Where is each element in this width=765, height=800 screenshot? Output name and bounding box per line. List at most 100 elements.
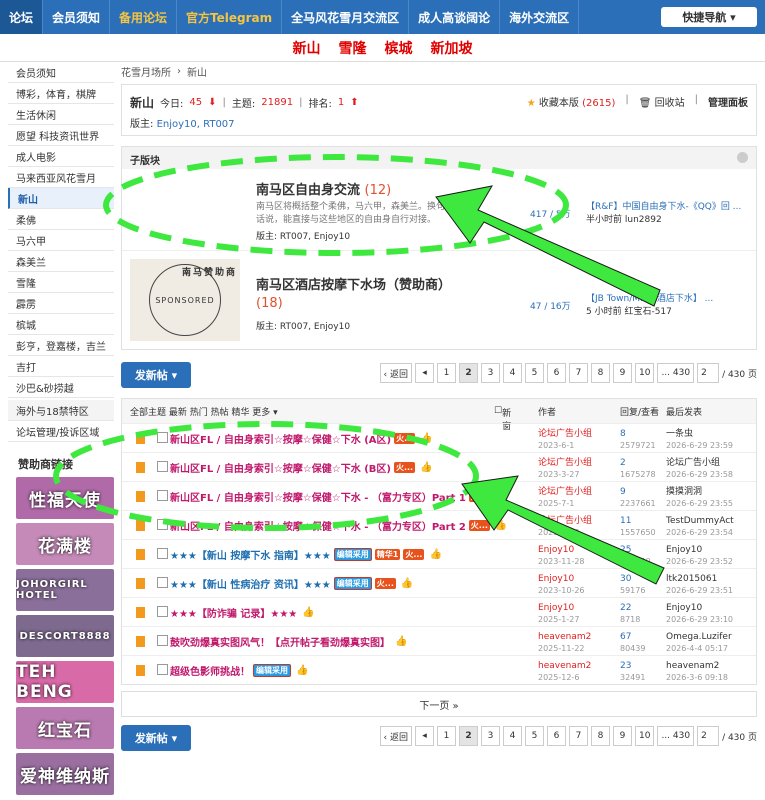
thread-row[interactable]: ★★★【新山 性病治疗 资讯】★★★ 编辑采用 火... 👍 Enjoy10 202… [122,568,756,597]
thread-author-name[interactable]: heavenam2 [538,660,591,672]
thread-title[interactable]: 新山区FL / 自由身索引☆按摩☆保健☆下水 - （富力专区）Part 2 [170,518,466,533]
page-link[interactable]: 8 [590,726,610,746]
subboard-last-title[interactable]: 【JB Town/M...in酒店下水】 ... [586,291,713,304]
recycle-button[interactable]: 🗑 回收站 [639,94,685,109]
new-post-button[interactable]: 发新帖 ▾ [121,725,191,751]
topnav-item[interactable]: 论坛 [0,0,44,34]
sidebar-item[interactable]: 柔佛 [8,209,114,230]
subboard-name[interactable]: 南马区自由身交流 (12) [256,179,391,198]
manage-button[interactable]: 管理面板 [708,94,748,109]
topnav-item[interactable]: 备用论坛 [110,0,178,34]
thread-row[interactable]: 新山区FL / 自由身索引☆按摩☆保健☆下水 (B区) 火... 👍 论坛广告小组… [122,452,756,481]
page-link[interactable]: 6 [546,363,566,383]
sidebar-item[interactable]: 会员须知 [8,62,114,83]
page-link[interactable]: 3 [480,363,500,383]
thread-row[interactable]: ★★★【新山 按摩下水 指南】★★★ 编辑采用 精华1 火... 👍 Enjoy10 … [122,539,756,568]
sidebar-item[interactable]: 马来西亚风花雪月 [8,167,114,188]
thread-checkbox[interactable] [157,548,168,559]
thread-checkbox[interactable] [157,635,168,646]
sidebar-item[interactable]: 成人电影 [8,146,114,167]
page-link[interactable]: 7 [568,726,588,746]
topnav-item[interactable]: 全马风花雪月交流区 [282,0,410,34]
thread-last-user[interactable]: TestDummyAct [666,515,734,527]
thread-author-name[interactable]: 论坛广告小组 [538,428,592,440]
subboard-last-title[interactable]: 【R&F】中国自由身下水-《QQ》回 ... [586,199,741,212]
page-link[interactable]: 2 [458,363,478,383]
page-link[interactable]: 6 [546,726,566,746]
thread-row[interactable]: 新山区FL / 自由身索引☆按摩☆保健☆下水 - （富力专区）Part 2 火..… [122,510,756,539]
thread-checkbox[interactable] [157,664,168,675]
sidebar-item[interactable]: 森美兰 [8,251,114,272]
topnav-item[interactable]: 官方Telegram [177,0,283,34]
page-link[interactable]: 7 [568,363,588,383]
topnav-item[interactable]: 会员须知 [43,0,111,34]
quick-nav-button[interactable]: 快捷导航 ▾ [661,7,757,27]
sidebar-item[interactable]: 槟城 [8,314,114,335]
thread-author-name[interactable]: heavenam2 [538,631,591,643]
sidebar-item[interactable]: 愿望 科技资讯世界 [8,125,114,146]
page-link[interactable]: 10 [634,726,655,746]
city-link[interactable]: 新山 [293,38,321,58]
sponsor-banner[interactable]: 爱神维纳斯 [16,753,114,795]
page-link[interactable]: 4 [502,726,522,746]
thread-last-user[interactable]: Enjoy10 [666,602,733,614]
page-link[interactable]: ◂ [414,363,434,383]
page-input[interactable]: 2 [697,363,720,383]
thread-author-name[interactable]: 论坛广告小组 [538,515,592,527]
city-link[interactable]: 雪隆 [339,38,367,58]
thread-checkbox[interactable] [157,606,168,617]
thread-last-user[interactable]: Omega.Luzifer [666,631,732,643]
thread-title[interactable]: 新山区FL / 自由身索引☆按摩☆保健☆下水 (B区) [170,460,391,475]
thread-last-user[interactable]: 论坛广告小组 [666,457,733,469]
thread-last-user[interactable]: 摸摸洞洞 [666,486,733,498]
sidebar-item[interactable]: 吉打 [8,356,114,377]
sponsor-banner[interactable]: 花满楼 [16,523,114,565]
sidebar-item[interactable]: 海外与18禁特区 [8,400,114,421]
subboard-name-text[interactable]: 南马区酒店按摩下水场（赞助商） [256,278,451,293]
city-link[interactable]: 槟城 [385,38,413,58]
thread-checkbox[interactable] [157,461,168,472]
sidebar-item[interactable]: 彭亨，登嘉楼，吉兰 [8,335,114,356]
subboard-name[interactable]: 南马区酒店按摩下水场（赞助商） (18) [256,277,476,313]
page-link[interactable]: ... 430 [657,363,695,383]
thread-last-user[interactable]: ltk2015061 [666,573,733,585]
page-link[interactable]: 5 [524,726,544,746]
thread-row[interactable]: ★★★【防诈骗 记录】★★★ 👍 Enjoy10 2025-1-27 22 87… [122,597,756,626]
page-link[interactable]: 1 [436,363,456,383]
thread-author-name[interactable]: 论坛广告小组 [538,486,592,498]
page-link[interactable]: ◂ [414,726,434,746]
sidebar-item[interactable]: 论坛管理/投诉区域 [8,421,114,442]
sponsor-banner[interactable]: 红宝石 [16,707,114,749]
thread-row[interactable]: 超级色影师挑战！ 编辑采用 👍 heavenam2 2025-12-6 23 32… [122,655,756,684]
thread-checkbox[interactable] [157,490,168,501]
favorite-button[interactable]: ★ 收藏本版 (2615) [527,94,616,109]
thread-last-user[interactable]: heavenam2 [666,660,728,672]
page-link[interactable]: ... 430 [657,726,695,746]
thread-checkbox[interactable] [157,432,168,443]
page-link[interactable]: 2 [458,726,478,746]
thread-checkbox[interactable] [157,519,168,530]
sidebar-item[interactable]: 博彩，体育，棋牌 [8,83,114,104]
thread-title[interactable]: ★★★【新山 性病治疗 资讯】★★★ [170,576,331,591]
thread-title[interactable]: 新山区FL / 自由身索引☆按摩☆保健☆下水 (A区) [170,431,391,446]
page-link[interactable]: 3 [480,726,500,746]
sidebar-item[interactable]: 马六甲 [8,230,114,251]
new-window-toggle[interactable]: ☐ 新窗 [494,406,511,432]
thread-title[interactable]: 超级色影师挑战！ [170,663,250,678]
thread-author-name[interactable]: 论坛广告小组 [538,457,592,469]
topnav-item[interactable]: 成人高谈阔论 [409,0,501,34]
sponsor-banner[interactable]: 性福天使 [16,477,114,519]
thread-last-user[interactable]: 一条虫 [666,428,733,440]
thread-author-name[interactable]: Enjoy10 [538,573,585,585]
thread-title[interactable]: 鼓吹劲爆真实图风气！【点开帖子看劲爆真实图】 [170,634,390,649]
topnav-item[interactable]: 海外交流区 [500,0,580,34]
page-link[interactable]: 4 [502,363,522,383]
sponsor-banner[interactable]: JOHORGIRL HOTEL [16,569,114,611]
moderators[interactable]: Enjoy10, RT007 [157,119,235,130]
sidebar-item[interactable]: 新山 [8,188,114,209]
breadcrumb-home[interactable]: 花雪月场所 [121,64,171,79]
sponsor-banner[interactable]: TEH BENG [16,661,114,703]
page-link[interactable]: ‹ 返回 [379,363,412,383]
thread-title[interactable]: ★★★【新山 按摩下水 指南】★★★ [170,547,331,562]
new-post-button[interactable]: 发新帖 ▾ [121,362,191,388]
